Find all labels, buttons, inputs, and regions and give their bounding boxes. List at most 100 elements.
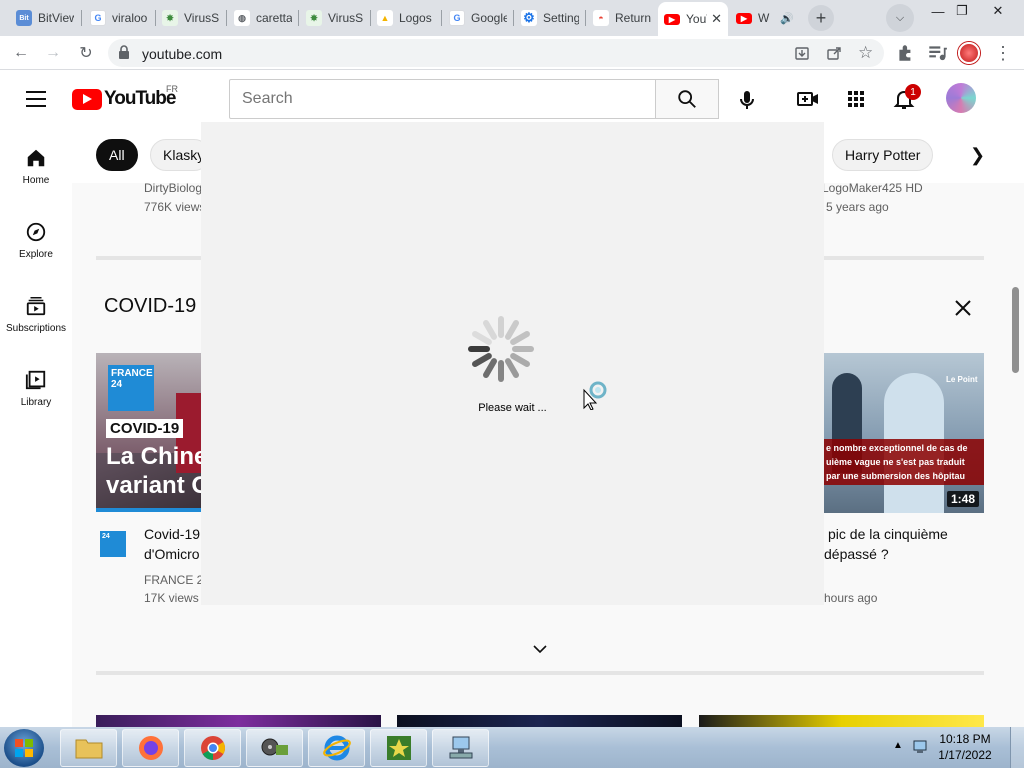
close-icon[interactable] (952, 297, 974, 319)
avatar[interactable] (946, 83, 976, 113)
sidebar-item-subscriptions[interactable]: Subscriptions (0, 275, 72, 349)
tab-title: BitView (38, 11, 74, 25)
busy-cursor-icon (583, 381, 607, 410)
channel-avatar[interactable]: 24 (100, 531, 126, 557)
microphone-icon[interactable] (735, 88, 759, 112)
home-icon (27, 149, 45, 167)
youtube-header: YouTube FR Search 1 (0, 71, 1024, 127)
tab-title: Return (615, 11, 651, 25)
close-tab-icon[interactable]: ✕ (711, 11, 722, 27)
close-window-icon[interactable]: ✕ (984, 2, 1012, 20)
tab-youtube-active[interactable]: ▶ YouTube ✕ (658, 2, 728, 36)
chip-all[interactable]: All (96, 139, 138, 171)
gear-favicon-icon: ⚙ (521, 10, 537, 26)
drive-favicon-icon: ▲ (377, 10, 393, 26)
tab-bitview[interactable]: Bit BitView (10, 4, 80, 32)
film-reel-icon (261, 738, 288, 756)
video-thumbnail[interactable] (397, 715, 682, 727)
expand-chevron-down-icon[interactable] (532, 643, 548, 655)
search-input[interactable]: Search (229, 79, 656, 119)
youtube-logo[interactable]: YouTube FR (72, 84, 178, 110)
tab-search-chevron-icon[interactable]: ⌵ (886, 4, 914, 32)
apps-grid-icon[interactable] (844, 87, 868, 111)
tab-google-viraloo[interactable]: Gviraloo (84, 4, 154, 32)
media-queue-icon[interactable] (926, 42, 948, 64)
tab-title: VirusS (328, 11, 364, 25)
tab-youtube-audio[interactable]: ▶ W 🔊 (730, 4, 800, 32)
tab-return[interactable]: ◓ Return (587, 4, 657, 32)
menu-kebab-icon[interactable]: ⋮ (992, 42, 1014, 64)
video-thumbnail[interactable] (96, 715, 381, 727)
reload-icon[interactable]: ↻ (75, 42, 97, 64)
upload-age: 5 years ago (826, 200, 889, 214)
tab-title: caretta (256, 11, 292, 25)
video-thumbnail[interactable] (699, 715, 984, 727)
video-title-line-2[interactable]: d'Omicro (144, 544, 200, 564)
taskbar-movie-maker[interactable] (246, 729, 303, 767)
taskbar-chrome[interactable] (184, 729, 241, 767)
scrollbar-thumb[interactable] (1012, 287, 1019, 373)
system-clock[interactable]: 10:18 PM 1/17/2022 (930, 731, 1000, 763)
view-count: 17K views (144, 591, 199, 605)
search-button[interactable] (655, 79, 719, 119)
sidebar-item-library[interactable]: Library (0, 349, 72, 423)
chip-harry-potter[interactable]: Harry Potter (832, 139, 934, 171)
google-favicon-icon: G (90, 10, 106, 26)
network-status-icon[interactable] (912, 739, 928, 755)
profile-avatar[interactable] (958, 42, 980, 64)
create-video-icon[interactable] (796, 87, 820, 111)
logo-text: YouTube (104, 88, 176, 109)
tab-settings[interactable]: ⚙ Settings (515, 4, 585, 32)
show-hidden-icons-icon[interactable]: ▲ (893, 740, 903, 751)
taskbar-internet-explorer[interactable] (308, 729, 365, 767)
show-desktop-button[interactable] (1010, 727, 1024, 768)
tab-title: VirusS (184, 11, 220, 25)
search-icon (678, 90, 696, 108)
shelf-title: COVID-19 n (104, 295, 213, 317)
clock-date: 1/17/2022 (938, 748, 992, 762)
install-icon[interactable] (794, 45, 810, 61)
chevron-right-icon[interactable]: ❯ (970, 145, 985, 166)
bookmark-star-icon[interactable]: ☆ (858, 43, 873, 63)
share-icon[interactable] (826, 45, 842, 61)
tab-logos[interactable]: ▲ Logos (371, 4, 441, 32)
tab-google[interactable]: G Google (443, 4, 513, 32)
le-point-logo: Le Point (946, 375, 978, 384)
tab-title: Logos (399, 11, 432, 25)
sidebar-item-explore[interactable]: Explore (0, 201, 72, 275)
taskbar-app-green[interactable] (370, 729, 427, 767)
biohazard-favicon-icon: ✸ (162, 10, 178, 26)
back-arrow-icon[interactable]: ← (10, 42, 32, 64)
tab-virus-1[interactable]: ✸ VirusS (156, 4, 226, 32)
video-thumbnail[interactable]: FRANCE 24 COVID-19 La Chine variant O (96, 353, 202, 512)
taskbar-explorer[interactable] (60, 729, 117, 767)
taskbar-firefox[interactable] (122, 729, 179, 767)
internet-explorer-icon (322, 735, 351, 761)
extensions-puzzle-icon[interactable] (895, 42, 917, 64)
sidebar-item-label: Library (20, 397, 52, 408)
address-bar[interactable]: youtube.com ☆ (108, 39, 884, 67)
video-title-line-1[interactable]: pic de la cinquième (828, 524, 948, 544)
channel-name[interactable]: DirtyBiolog (144, 181, 202, 195)
tab-caretta[interactable]: ◍ caretta (228, 4, 298, 32)
green-star-app-icon (386, 736, 411, 760)
forward-arrow-icon[interactable]: → (42, 42, 64, 64)
library-icon (25, 370, 46, 390)
video-title-line-1[interactable]: Covid-19 (144, 524, 200, 544)
tab-virus-2[interactable]: ✸ VirusS (300, 4, 370, 32)
start-button[interactable] (4, 729, 44, 767)
youtube-favicon-icon: ▶ (736, 12, 752, 24)
video-title-line-2[interactable]: dépassé ? (824, 544, 889, 564)
hamburger-menu-icon[interactable] (26, 91, 46, 107)
taskbar-network-app[interactable] (432, 729, 489, 767)
video-thumbnail[interactable]: Le Point e nombre exceptionnel de cas de… (824, 353, 984, 513)
search-placeholder: Search (242, 90, 293, 107)
restore-icon[interactable]: ❐ (948, 2, 976, 20)
new-tab-button[interactable]: + (808, 5, 834, 31)
rainbow-favicon-icon: ◓ (593, 10, 609, 26)
channel-name[interactable]: LogoMaker425 HD (822, 181, 923, 195)
windows-taskbar: ▲ 10:18 PM 1/17/2022 (0, 727, 1024, 768)
sidebar-item-home[interactable]: Home (0, 127, 72, 201)
url-text: youtube.com (142, 46, 223, 62)
browser-tab-strip: Bit BitView Gviraloo ✸ VirusS ◍ caretta ✸ Vi… (0, 0, 1024, 36)
